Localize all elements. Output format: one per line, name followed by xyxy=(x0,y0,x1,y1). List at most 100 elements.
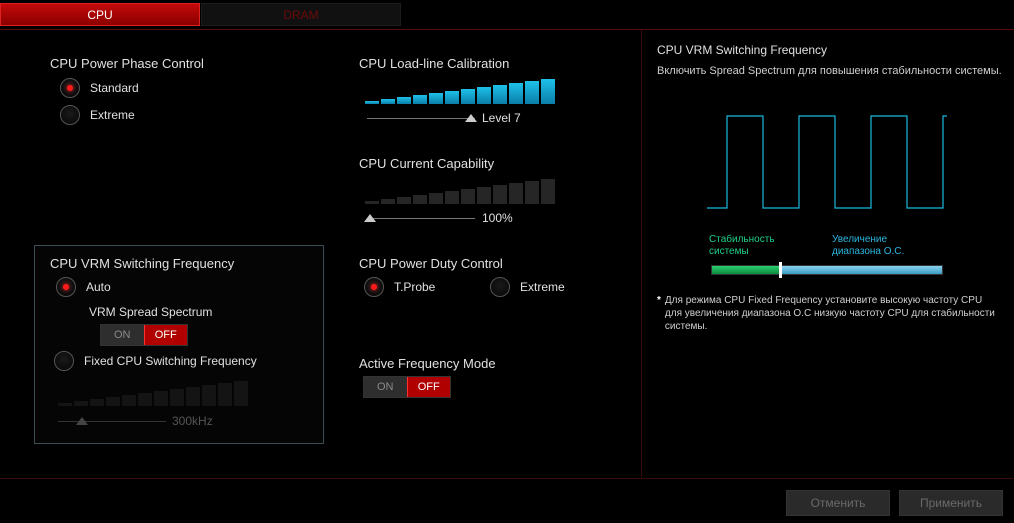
vrm-bar xyxy=(58,403,72,406)
increase-label-text: Увеличение диапазона О.С. xyxy=(832,234,905,257)
llc-bar xyxy=(381,99,395,104)
phase-option-extreme[interactable]: Extreme xyxy=(60,105,135,125)
vrm-bar xyxy=(122,395,136,406)
current-bar xyxy=(509,183,523,204)
llc-bar xyxy=(429,93,443,104)
current-bar xyxy=(445,191,459,204)
tab-dram[interactable]: DRAM xyxy=(201,3,401,26)
current-value: 100% xyxy=(482,211,513,225)
stability-label: Стабильность системы xyxy=(709,234,789,258)
increase-label: Увеличение диапазона О.С. xyxy=(832,234,917,258)
duty-tprobe-label: T.Probe xyxy=(394,280,436,294)
stability-range-green xyxy=(712,266,781,274)
panel-divider xyxy=(641,30,642,478)
llc-bar xyxy=(365,101,379,104)
current-bar xyxy=(413,195,427,204)
current-bar xyxy=(429,193,443,204)
vrm-frequency-thumb[interactable] xyxy=(76,417,88,425)
llc-slider-bars xyxy=(365,78,555,104)
phase-extreme-label: Extreme xyxy=(90,108,135,122)
current-bar xyxy=(493,185,507,204)
vrm-option-fixed[interactable]: Fixed CPU Switching Frequency xyxy=(54,351,257,371)
spread-spectrum-label: VRM Spread Spectrum xyxy=(89,305,213,319)
current-bar xyxy=(381,199,395,204)
vrm-fixed-label: Fixed CPU Switching Frequency xyxy=(84,354,257,368)
llc-bar xyxy=(445,91,459,104)
current-thumb[interactable] xyxy=(364,214,376,222)
spread-spectrum-toggle[interactable]: ON OFF xyxy=(100,324,188,346)
llc-bar xyxy=(541,79,555,104)
tab-cpu[interactable]: CPU xyxy=(0,3,200,26)
llc-title: CPU Load-line Calibration xyxy=(359,56,510,71)
help-note: * Для режима CPU Fixed Frequency установ… xyxy=(657,294,1002,333)
afm-toggle-on[interactable]: ON xyxy=(364,377,407,397)
stability-label-text: Стабильность системы xyxy=(709,234,775,257)
vrm-bar xyxy=(90,399,104,406)
radio-extreme[interactable] xyxy=(60,105,80,125)
note-text: Для режима CPU Fixed Frequency установит… xyxy=(664,295,995,332)
current-bar xyxy=(477,187,491,204)
current-bar xyxy=(541,179,555,204)
vrm-bar xyxy=(234,381,248,406)
vrm-frequency-title: CPU VRM Switching Frequency xyxy=(50,256,235,271)
stability-range-marker xyxy=(779,262,782,278)
duty-option-extreme[interactable]: Extreme xyxy=(490,277,565,297)
duty-control-title: CPU Power Duty Control xyxy=(359,256,503,271)
square-wave-diagram xyxy=(707,115,947,209)
current-track[interactable] xyxy=(367,218,475,219)
llc-bar xyxy=(477,87,491,104)
phase-option-standard[interactable]: Standard xyxy=(60,78,139,98)
llc-bar xyxy=(461,89,475,104)
help-subtitle: Включить Spread Spectrum для повышения с… xyxy=(657,65,1002,77)
radio-tprobe[interactable] xyxy=(364,277,384,297)
vrm-bar xyxy=(202,385,216,406)
current-capability-title: CPU Current Capability xyxy=(359,156,495,171)
radio-auto[interactable] xyxy=(56,277,76,297)
vrm-frequency-track[interactable] xyxy=(58,421,166,422)
llc-bar xyxy=(525,81,539,104)
llc-bar xyxy=(493,85,507,104)
apply-button[interactable]: Применить xyxy=(899,490,1003,516)
cancel-button[interactable]: Отменить xyxy=(786,490,890,516)
phase-standard-label: Standard xyxy=(90,81,139,95)
spread-toggle-on[interactable]: ON xyxy=(101,325,144,345)
vrm-frequency-value: 300kHz xyxy=(172,414,213,428)
llc-bar xyxy=(413,95,427,104)
stability-range-blue xyxy=(781,266,942,274)
spread-toggle-off[interactable]: OFF xyxy=(143,325,187,345)
radio-standard[interactable] xyxy=(60,78,80,98)
vrm-frequency-slider-bars xyxy=(58,380,248,406)
llc-value: Level 7 xyxy=(482,111,521,125)
llc-thumb[interactable] xyxy=(465,114,477,122)
vrm-auto-label: Auto xyxy=(86,280,111,294)
duty-extreme-label: Extreme xyxy=(520,280,565,294)
tab-bar: CPU DRAM xyxy=(0,0,1014,30)
radio-duty-extreme[interactable] xyxy=(490,277,510,297)
footer-divider xyxy=(0,478,1014,479)
current-bar xyxy=(397,197,411,204)
vrm-bar xyxy=(170,389,184,406)
radio-fixed[interactable] xyxy=(54,351,74,371)
tab-divider xyxy=(0,29,1014,30)
duty-option-tprobe[interactable]: T.Probe xyxy=(364,277,435,297)
afm-toggle-off[interactable]: OFF xyxy=(406,377,450,397)
current-slider-bars xyxy=(365,178,555,204)
phase-control-title: CPU Power Phase Control xyxy=(50,56,204,71)
vrm-bar xyxy=(154,391,168,406)
vrm-bar xyxy=(138,393,152,406)
vrm-option-auto[interactable]: Auto xyxy=(56,277,111,297)
note-star: * xyxy=(657,295,661,306)
vrm-bar xyxy=(74,401,88,406)
afm-toggle[interactable]: ON OFF xyxy=(363,376,451,398)
current-bar xyxy=(525,181,539,204)
current-bar xyxy=(461,189,475,204)
afm-title: Active Frequency Mode xyxy=(359,356,496,371)
current-bar xyxy=(365,201,379,204)
help-title: CPU VRM Switching Frequency xyxy=(657,43,828,57)
llc-track[interactable] xyxy=(367,118,475,119)
llc-bar xyxy=(509,83,523,104)
vrm-bar xyxy=(106,397,120,406)
stability-range-bar xyxy=(711,265,943,275)
vrm-bar xyxy=(186,387,200,406)
llc-bar xyxy=(397,97,411,104)
